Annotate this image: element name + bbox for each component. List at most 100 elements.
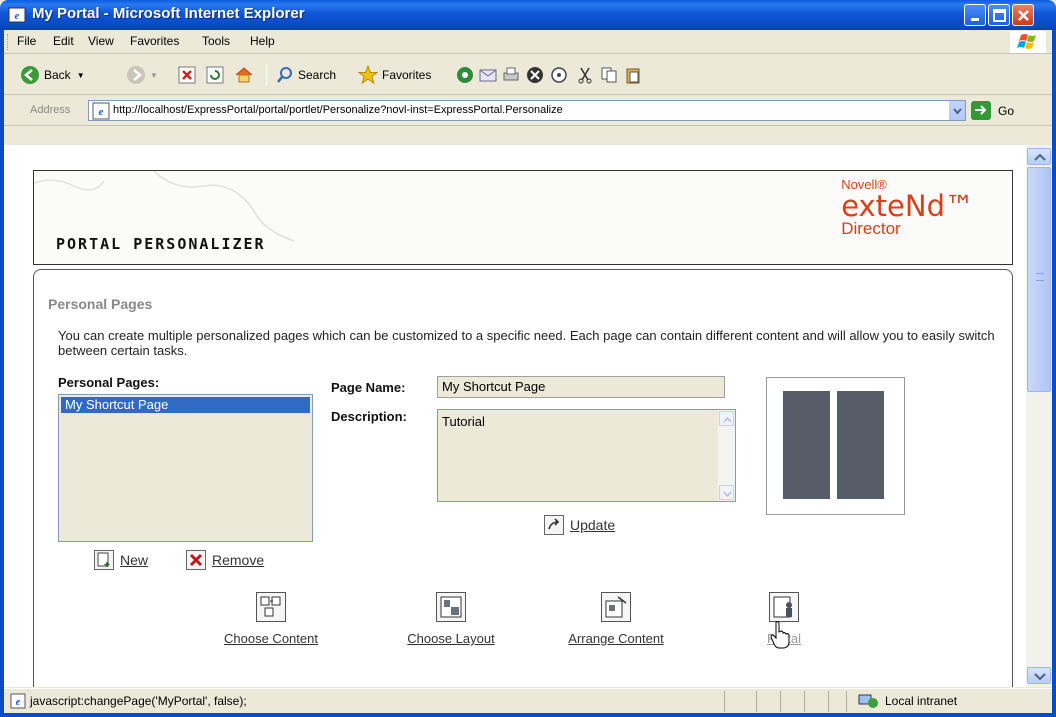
back-button[interactable]: Back ▼ xyxy=(20,63,85,87)
search-label: Search xyxy=(298,68,337,82)
scroll-up-button[interactable] xyxy=(1027,148,1051,165)
personal-pages-panel: Personal Pages You can create multiple p… xyxy=(33,269,1013,687)
new-button[interactable]: New xyxy=(94,550,148,570)
description-label: Description: xyxy=(331,409,407,424)
svg-text:e: e xyxy=(15,10,20,22)
forward-button[interactable]: ▼ xyxy=(126,63,158,87)
section-title: Personal Pages xyxy=(48,296,153,312)
portal-icon xyxy=(769,592,799,622)
home-button[interactable] xyxy=(234,63,254,87)
title-bar: e My Portal - Microsoft Internet Explore… xyxy=(0,0,1056,30)
zone-label: Local intranet xyxy=(885,694,958,708)
list-item[interactable]: My Shortcut Page xyxy=(61,397,310,413)
choose-layout-tool[interactable]: Choose Layout xyxy=(394,592,508,647)
scroll-thumb[interactable] xyxy=(1027,167,1051,392)
standard-toolbar: Back ▼ ▼ Search Favorites xyxy=(4,55,1052,95)
status-text: javascript:changePage('MyPortal', false)… xyxy=(30,694,247,708)
choose-content-icon xyxy=(256,592,286,622)
go-button[interactable]: Go xyxy=(970,100,1030,121)
menu-view[interactable]: View xyxy=(88,34,114,48)
back-label: Back xyxy=(44,68,71,82)
windows-logo-icon xyxy=(1010,31,1046,53)
choose-content-tool[interactable]: Choose Content xyxy=(210,592,332,647)
choose-content-link[interactable]: Choose Content xyxy=(224,631,318,646)
address-url: http://localhost/ExpressPortal/portal/po… xyxy=(113,104,563,116)
forward-dropdown-icon[interactable]: ▼ xyxy=(150,71,158,80)
copy-button[interactable] xyxy=(600,63,618,87)
choose-layout-icon xyxy=(436,592,466,622)
scroll-down-button[interactable] xyxy=(1027,667,1051,684)
remove-x-icon xyxy=(186,550,206,570)
address-dropdown-button[interactable] xyxy=(948,101,965,120)
remove-button[interactable]: Remove xyxy=(186,550,264,570)
status-divider xyxy=(756,691,757,712)
research-icon xyxy=(551,67,567,83)
security-zone: Local intranet xyxy=(846,691,1050,712)
choose-layout-link[interactable]: Choose Layout xyxy=(407,631,494,646)
paste-icon xyxy=(626,68,640,84)
forward-arrow-icon xyxy=(127,66,145,84)
remove-link[interactable]: Remove xyxy=(212,552,264,568)
page-name-field[interactable]: My Shortcut Page xyxy=(437,376,725,398)
menu-help[interactable]: Help xyxy=(250,34,275,48)
page-scrollbar[interactable] xyxy=(1026,145,1052,687)
favorites-label: Favorites xyxy=(382,68,432,82)
new-link[interactable]: New xyxy=(120,552,148,568)
search-button[interactable]: Search xyxy=(276,63,336,87)
mail-icon xyxy=(479,69,497,82)
svg-text:e: e xyxy=(99,106,104,118)
minimize-button[interactable] xyxy=(964,4,986,26)
refresh-button[interactable] xyxy=(206,63,224,87)
hand-cursor-icon xyxy=(770,621,790,649)
page-icon: e xyxy=(92,102,110,120)
go-label: Go xyxy=(998,104,1015,118)
arrange-content-tool[interactable]: Arrange Content xyxy=(552,592,680,647)
paste-button[interactable] xyxy=(624,63,642,87)
arrange-content-link[interactable]: Arrange Content xyxy=(568,631,663,646)
copy-icon xyxy=(601,67,617,83)
media-button[interactable] xyxy=(456,63,474,87)
menu-edit[interactable]: Edit xyxy=(53,34,74,48)
personal-pages-list[interactable]: My Shortcut Page xyxy=(58,394,313,542)
menu-tools[interactable]: Tools xyxy=(202,34,230,48)
scroll-down-icon[interactable] xyxy=(719,485,734,500)
address-input[interactable]: e http://localhost/ExpressPortal/portal/… xyxy=(88,100,966,121)
status-divider xyxy=(828,691,829,712)
description-value: Tutorial xyxy=(442,414,485,429)
close-button[interactable] xyxy=(1012,4,1034,26)
ie-window-icon: e xyxy=(8,7,26,23)
portal-personalizer-title: PORTAL PERSONALIZER xyxy=(56,235,266,253)
favorites-button[interactable]: Favorites xyxy=(358,63,431,87)
maximize-button[interactable] xyxy=(988,4,1010,26)
research-button[interactable] xyxy=(550,63,568,87)
new-page-icon xyxy=(94,550,114,570)
media-icon xyxy=(457,67,473,83)
mail-button[interactable] xyxy=(478,63,498,87)
scroll-up-icon[interactable] xyxy=(719,411,734,426)
description-scrollbar[interactable] xyxy=(718,410,735,501)
novell-brand-logo: Novell® exteNd™ Director xyxy=(841,177,974,238)
back-dropdown-icon[interactable]: ▼ xyxy=(77,71,85,80)
stop-button[interactable] xyxy=(178,63,196,87)
local-intranet-icon xyxy=(858,694,878,708)
intro-text: You can create multiple personalized pag… xyxy=(58,328,995,358)
refresh-icon xyxy=(206,66,224,84)
messenger-button[interactable] xyxy=(526,63,544,87)
menu-bar: File Edit View Favorites Tools Help xyxy=(4,30,1052,54)
cut-button[interactable] xyxy=(576,63,594,87)
menu-file[interactable]: File xyxy=(17,34,36,48)
search-icon xyxy=(277,67,292,83)
address-bar: Address e http://localhost/ExpressPortal… xyxy=(4,96,1052,126)
update-link[interactable]: Update xyxy=(570,517,615,533)
window-frame-bottom xyxy=(0,713,1056,717)
menu-favorites[interactable]: Favorites xyxy=(130,34,179,48)
toolbar-grip xyxy=(7,34,9,50)
print-icon xyxy=(503,67,519,81)
print-button[interactable] xyxy=(502,63,520,87)
status-divider xyxy=(724,691,725,712)
svg-text:e: e xyxy=(16,697,21,708)
update-button[interactable]: Update xyxy=(544,515,615,535)
home-icon xyxy=(235,67,253,83)
arrange-content-icon xyxy=(601,592,631,622)
description-field[interactable]: Tutorial xyxy=(437,409,736,502)
